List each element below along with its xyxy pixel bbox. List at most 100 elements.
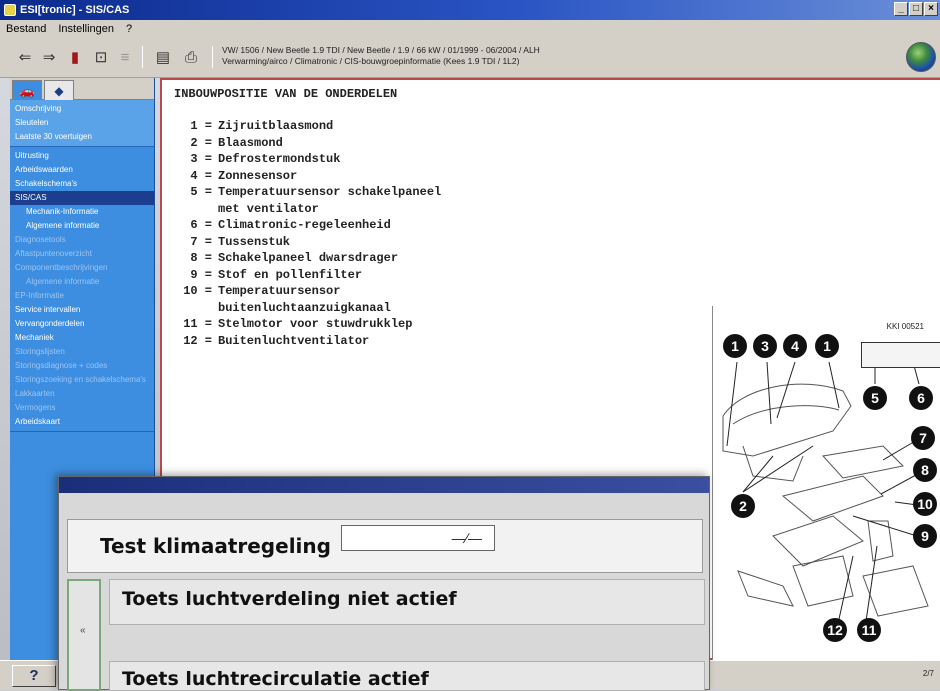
toolbar-divider <box>212 46 213 68</box>
part-label: Buitenluchtventilator <box>218 333 370 348</box>
part-label: Climatronic-regeleenheid <box>218 218 391 232</box>
back-icon[interactable]: ⇐ <box>14 46 36 68</box>
part-list-item: 2 = Blaasmond <box>174 135 441 152</box>
sidebar-item[interactable]: Componentbeschrijvingen <box>10 261 154 275</box>
collapse-icon[interactable]: « <box>80 625 86 636</box>
sidebar-item[interactable]: Diagnosetools <box>10 233 154 247</box>
callout-12: 12 <box>823 618 847 642</box>
part-number: 5 = <box>190 185 212 199</box>
sidebar-item-laatste-30[interactable]: Laatste 30 voertuigen <box>10 130 154 144</box>
part-list-item: 11 = Stelmotor voor stuwdrukklep <box>174 316 441 333</box>
sidebar-item[interactable]: Service intervallen <box>10 303 154 317</box>
sidebar-item[interactable]: Aftastpuntenoverzicht <box>10 247 154 261</box>
document-icon[interactable]: ▤ <box>152 46 174 68</box>
callout-1b: 1 <box>815 334 839 358</box>
sidebar-item[interactable]: Algemene informatie <box>10 275 154 289</box>
test-row-luchtrecirculatie: Toets luchtrecirculatie actief <box>109 661 705 691</box>
switch-open-icon: —∕— <box>451 530 482 546</box>
window-titlebar[interactable]: ESI[tronic] - SIS/CAS _ □ × <box>0 0 940 20</box>
figure-code: KKI 00521 <box>886 322 924 331</box>
menu-bestand[interactable]: Bestand <box>0 23 52 35</box>
list-icon[interactable]: ≡ <box>114 46 136 68</box>
vehicle-tab-icon[interactable]: ◆ <box>44 80 74 100</box>
callout-9: 9 <box>913 524 937 548</box>
part-number <box>174 201 218 218</box>
sidebar-item[interactable]: Arbeidswaarden <box>10 163 154 177</box>
sidebar-item[interactable]: Schakelschema's <box>10 177 154 191</box>
parts-list: 1 = Zijruitblaasmond 2 = Blaasmond 3 = Defros… <box>174 118 441 349</box>
part-list-item: met ventilator <box>174 201 441 218</box>
part-label: Tussenstuk <box>218 234 291 249</box>
part-label: Stof en pollenfilter <box>218 267 363 282</box>
sidebar-item[interactable]: Vermogens <box>10 401 154 415</box>
sidebar-item[interactable]: Mechaniek <box>10 331 154 345</box>
sidebar-item-omschrijving[interactable]: Omschrijving <box>10 102 154 116</box>
part-label: Stelmotor voor stuwdrukklep <box>218 317 413 331</box>
minimize-button[interactable]: _ <box>894 2 908 16</box>
part-list-item: 10 = Temperatuursensor <box>174 283 441 300</box>
sidebar-tabs: 🚗 ◆ <box>10 78 154 100</box>
callout-6: 6 <box>909 386 933 410</box>
switch-state-field: —∕— <box>341 525 495 551</box>
part-list-item: 9 = Stof en pollenfilter <box>174 267 441 284</box>
sidebar-item[interactable]: Lakkaarten <box>10 387 154 401</box>
page-title: INBOUWPOSITIE VAN DE ONDERDELEN <box>174 87 398 101</box>
part-label: Temperatuursensor schakelpaneel <box>218 185 442 199</box>
part-number: 7 = <box>190 234 212 249</box>
window-controls: _ □ × <box>894 2 938 16</box>
sidebar-item[interactable]: SIS/CAS <box>10 191 154 205</box>
part-label: buitenluchtaanzuigkanaal <box>218 300 391 315</box>
page-indicator: 2/7 <box>922 669 934 678</box>
part-list-item: 5 = Temperatuursensor schakelpaneel <box>174 184 441 201</box>
part-number: 12 = <box>183 333 212 348</box>
part-list-item: buitenluchtaanzuigkanaal <box>174 300 441 317</box>
forward-icon[interactable]: ⇒ <box>38 46 60 68</box>
sidebar-item[interactable]: Storingsdiagnose + codes <box>10 359 154 373</box>
toolbar-divider <box>142 46 143 68</box>
maximize-button[interactable]: □ <box>909 2 923 16</box>
sidebar-item[interactable]: Algemene informatie <box>10 219 154 233</box>
globe-icon[interactable] <box>906 42 936 72</box>
part-label: Schakelpaneel dwarsdrager <box>218 251 399 265</box>
car-tab-icon[interactable]: 🚗 <box>12 80 42 100</box>
control-unit-graphic <box>861 342 940 368</box>
close-button[interactable]: × <box>924 2 938 16</box>
test-row-label: Toets luchtverdeling niet actief <box>122 588 457 610</box>
part-label: Temperatuursensor <box>218 284 341 298</box>
callout-10: 10 <box>913 492 937 516</box>
test-side-panel[interactable]: « <box>67 579 101 691</box>
sidebar-item[interactable]: Storingslijsten <box>10 345 154 359</box>
test-window: Test klimaatregeling « Toets luchtverdel… <box>58 476 710 691</box>
vehicle-line-2: Verwarming/airco / Climatronic / CIS-bou… <box>222 56 520 66</box>
sidebar-item[interactable]: Uitrusting <box>10 149 154 163</box>
sidebar-item[interactable]: Storingszoeking en schakelschema's <box>10 373 154 387</box>
callout-1: 1 <box>723 334 747 358</box>
part-list-item: 7 = Tussenstuk <box>174 234 441 251</box>
part-label: Zonnesensor <box>218 168 298 183</box>
sidebar-item[interactable]: Mechanik-Informatie <box>10 205 154 219</box>
sidebar-item[interactable]: Vervangonderdelen <box>10 317 154 331</box>
callout-11: 11 <box>857 618 881 642</box>
help-button[interactable]: ? <box>12 665 56 687</box>
part-number: 6 = <box>190 218 212 232</box>
part-number: 9 = <box>190 267 212 282</box>
sidebar-item[interactable]: Arbeidskaart <box>10 415 154 429</box>
part-label: Blaasmond <box>218 135 283 150</box>
menu-instellingen[interactable]: Instellingen <box>52 23 120 35</box>
callout-3: 3 <box>753 334 777 358</box>
sidebar-item[interactable]: EP-Informatie <box>10 289 154 303</box>
window-title: ESI[tronic] - SIS/CAS <box>20 4 130 16</box>
toolbar: ⇐ ⇒ ▮ ⊡ ≡ ▤ ⎙ VW/ 1506 / New Beetle 1.9 … <box>0 38 940 78</box>
vehicle-line-1: VW/ 1506 / New Beetle 1.9 TDI / New Beet… <box>222 45 540 55</box>
part-label: Defrostermondstuk <box>218 152 341 166</box>
print-icon[interactable]: ⎙ <box>180 46 202 68</box>
part-label: Zijruitblaasmond <box>218 119 334 133</box>
part-label: met ventilator <box>218 201 319 216</box>
sidebar-item-sleutelen[interactable]: Sleutelen <box>10 116 154 130</box>
callout-7: 7 <box>911 426 935 450</box>
select-icon[interactable]: ⊡ <box>90 46 112 68</box>
test-window-titlebar[interactable] <box>59 477 709 493</box>
part-number: 10 = <box>183 284 212 298</box>
menu-help[interactable]: ? <box>120 23 138 35</box>
bookmark-icon[interactable]: ▮ <box>64 46 86 68</box>
